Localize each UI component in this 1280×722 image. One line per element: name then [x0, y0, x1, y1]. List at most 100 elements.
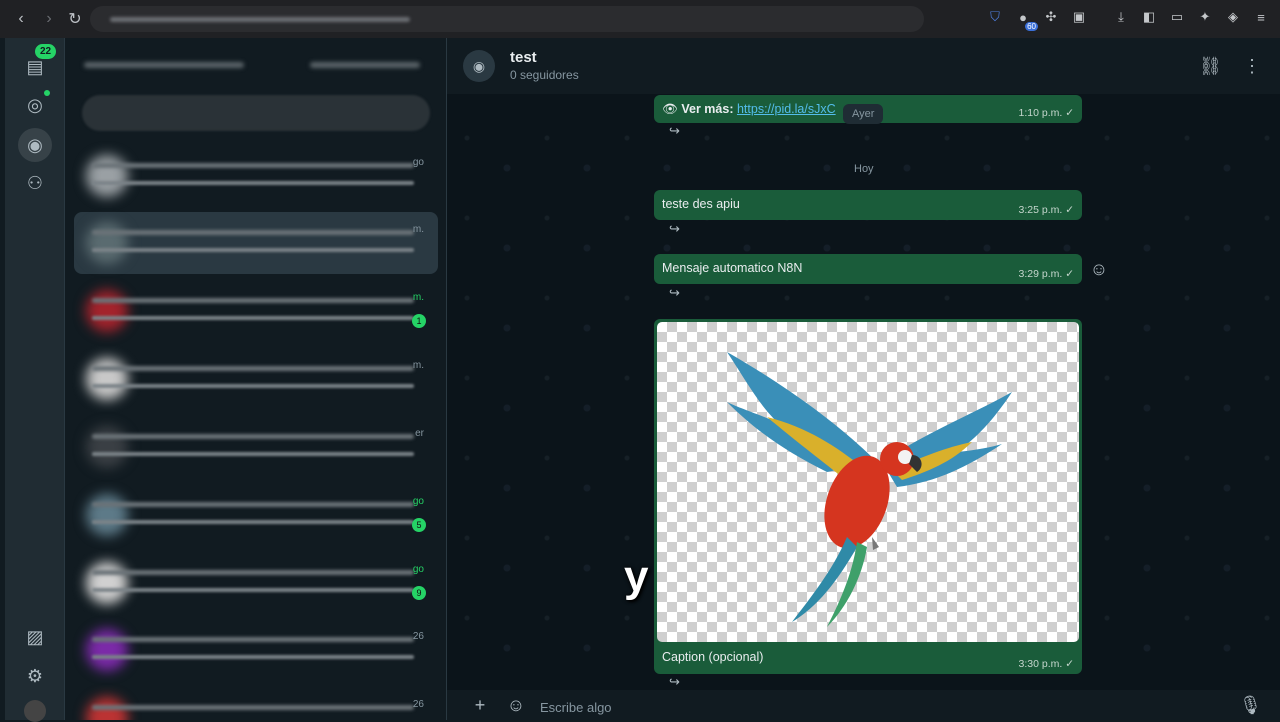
row-preview-blurred: [92, 384, 414, 388]
channels-icon[interactable]: ◉: [18, 128, 52, 162]
chat-row[interactable]: er: [74, 416, 438, 478]
image-message-bubble[interactable]: Caption (opcional) 3:30 p.m. ✓: [654, 319, 1082, 674]
date-chip-today: Hoy: [854, 163, 874, 175]
message-bubble[interactable]: Mensaje automatico N8N 3:29 p.m. ✓: [654, 254, 1082, 284]
row-title-blurred: [92, 163, 414, 168]
chat-row[interactable]: m.: [74, 212, 438, 274]
channel-followers: 0 seguidores: [510, 68, 579, 82]
list-header-blurred: [84, 58, 420, 74]
reload-icon[interactable]: ↻: [62, 6, 88, 32]
avatar: [86, 629, 128, 671]
chat-row[interactable]: 26: [74, 687, 438, 720]
search-input[interactable]: [82, 95, 430, 131]
row-time: 26: [412, 631, 424, 642]
avatar: [86, 562, 128, 604]
address-bar[interactable]: [90, 6, 924, 32]
row-time: go: [412, 496, 424, 507]
puzzle-icon[interactable]: ✣: [1042, 8, 1060, 26]
emoji-react-icon[interactable]: ☺: [1088, 258, 1110, 280]
extension-icon[interactable]: ● 60: [1014, 8, 1038, 31]
sparkle-icon[interactable]: ✦: [1196, 8, 1214, 26]
back-arrow-icon[interactable]: ‹: [8, 6, 34, 32]
avatar: [86, 155, 128, 197]
extension-badge: 60: [1025, 22, 1038, 31]
message-composer: + ☺ Escribe algo 🎙: [447, 690, 1280, 720]
menu-icon[interactable]: ≡: [1252, 8, 1270, 26]
chat-row[interactable]: go 9: [74, 552, 438, 614]
row-preview-blurred: [92, 520, 414, 524]
vpn-icon[interactable]: ◈: [1224, 8, 1242, 26]
avatar: [86, 222, 128, 264]
video-subtitle: y: [624, 552, 649, 601]
row-title-blurred: [92, 502, 414, 507]
row-title-blurred: [92, 705, 414, 710]
message-prefix: Ver más:: [681, 102, 734, 116]
sidepanel-icon[interactable]: ◧: [1140, 8, 1158, 26]
status-dot: [44, 90, 50, 96]
forward-icon[interactable]: ↪: [669, 285, 691, 301]
message-link[interactable]: https://pid.la/sJxC: [737, 102, 836, 116]
microphone-icon[interactable]: 🎙: [1239, 694, 1262, 716]
row-preview-blurred: [92, 452, 414, 456]
chat-row[interactable]: m. 1: [74, 280, 438, 342]
channel-avatar-icon[interactable]: ◉: [463, 50, 495, 82]
eye-icon: 👁: [662, 102, 678, 116]
shield-icon[interactable]: ⛉: [986, 8, 1004, 26]
row-preview-blurred: [92, 588, 414, 592]
forward-icon[interactable]: ↪: [669, 221, 691, 237]
row-time: m.: [412, 292, 424, 303]
url-text-blurred: [110, 17, 410, 22]
row-title-blurred: [92, 434, 414, 439]
browser-toolbar: ‹ › ↻ ⛉ ● 60 ✣ ▣ ⤓ ◧ ▭ ✦ ◈ ≡: [0, 0, 1280, 38]
wallet-icon[interactable]: ▭: [1168, 8, 1186, 26]
date-chip-yesterday: Ayer: [843, 104, 884, 124]
unread-badge: 22: [35, 44, 57, 59]
message-input[interactable]: Escribe algo: [540, 700, 612, 715]
row-title-blurred: [92, 637, 414, 642]
forward-icon[interactable]: ↪: [669, 674, 691, 690]
row-time: 26: [412, 699, 424, 710]
profile-avatar[interactable]: [24, 700, 46, 722]
message-time: 1:10 p.m. ✓: [1018, 107, 1075, 119]
parrot-image: [727, 352, 1012, 627]
chat-row[interactable]: 26: [74, 619, 438, 681]
avatar: [86, 358, 128, 400]
media-icon[interactable]: ▨: [22, 624, 48, 650]
row-time: m.: [412, 224, 424, 235]
forward-icon[interactable]: ↪: [669, 123, 691, 139]
message-image[interactable]: [657, 322, 1079, 642]
avatar: [86, 494, 128, 536]
row-time: go: [412, 564, 424, 575]
row-time: m.: [412, 360, 424, 371]
row-title-blurred: [92, 366, 414, 371]
chat-list-panel: go m. m. 1 m. er go 5 go 9 26 26: [66, 38, 447, 720]
avatar: [86, 426, 128, 468]
download-icon[interactable]: ⤓: [1112, 8, 1130, 26]
tab-icon[interactable]: ▣: [1070, 8, 1088, 26]
chat-header[interactable]: ◉ test 0 seguidores ⛓ ⋮: [447, 38, 1280, 94]
row-title-blurred: [92, 570, 414, 575]
image-caption: Caption (opcional): [662, 650, 764, 664]
navigation-rail: ▤ 22 ◎ ◉ ⚇ ▨ ⚙: [5, 38, 65, 722]
more-options-icon[interactable]: ⋮: [1241, 55, 1263, 77]
settings-gear-icon[interactable]: ⚙: [22, 663, 48, 689]
message-text: Mensaje automatico N8N: [662, 261, 803, 275]
attach-plus-icon[interactable]: +: [469, 694, 491, 716]
unread-badge: 1: [412, 314, 426, 328]
link-icon[interactable]: ⛓: [1199, 55, 1222, 77]
chat-row[interactable]: m.: [74, 348, 438, 410]
message-time: 3:29 p.m. ✓: [1018, 268, 1075, 280]
forward-arrow-icon[interactable]: ›: [36, 6, 62, 32]
unread-badge: 9: [412, 586, 426, 600]
extension-icons: ⛉ ● 60 ✣ ▣ ⤓ ◧ ▭ ✦ ◈ ≡: [986, 8, 1270, 31]
communities-icon[interactable]: ⚇: [22, 170, 48, 196]
message-bubble[interactable]: teste des apiu 3:25 p.m. ✓: [654, 190, 1082, 220]
status-icon[interactable]: ◎: [22, 92, 48, 118]
row-title-blurred: [92, 298, 414, 303]
message-time: 3:30 p.m. ✓: [1018, 658, 1075, 670]
row-time: go: [412, 157, 424, 168]
chat-row[interactable]: go: [74, 145, 438, 207]
emoji-icon[interactable]: ☺: [505, 694, 527, 716]
row-preview-blurred: [92, 316, 414, 320]
chat-row[interactable]: go 5: [74, 484, 438, 546]
